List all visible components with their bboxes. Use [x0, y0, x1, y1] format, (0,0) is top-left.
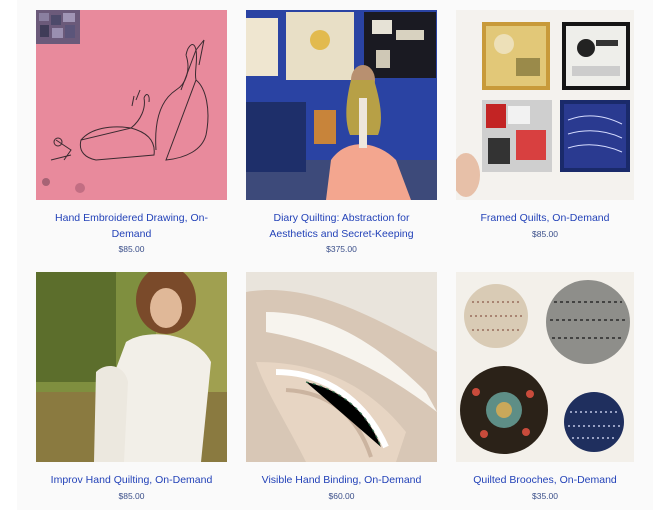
product-price: $85.00: [118, 490, 145, 501]
product-image-quilter-in-studio[interactable]: [246, 10, 437, 200]
product-title[interactable]: Quilted Brooches, On-Demand: [469, 473, 621, 489]
product-title[interactable]: Diary Quilting: Abstraction for Aestheti…: [246, 211, 437, 242]
product-title[interactable]: Improv Hand Quilting, On-Demand: [47, 473, 217, 489]
product-card-improv-hand-quilting[interactable]: Improv Hand Quilting, On-Demand $85.00: [36, 272, 227, 512]
product-title[interactable]: Framed Quilts, On-Demand: [477, 211, 614, 227]
product-card-hand-embroidered-drawing[interactable]: Hand Embroidered Drawing, On-Demand $85.…: [36, 10, 227, 272]
product-card-framed-quilts[interactable]: Framed Quilts, On-Demand $85.00: [456, 10, 634, 272]
product-grid: Hand Embroidered Drawing, On-Demand $85.…: [36, 10, 634, 512]
product-image-embroidered-rabbits[interactable]: [36, 10, 227, 200]
product-image-woman-with-quilt[interactable]: [36, 272, 227, 462]
product-price: $60.00: [328, 490, 355, 501]
product-price: $85.00: [532, 228, 558, 239]
product-price: $35.00: [532, 490, 558, 501]
product-image-quilted-brooches[interactable]: [456, 272, 634, 462]
product-image-quilt-binding[interactable]: [246, 272, 437, 462]
product-card-diary-quilting[interactable]: Diary Quilting: Abstraction for Aestheti…: [246, 10, 437, 272]
product-price: $85.00: [118, 244, 145, 254]
product-title[interactable]: Visible Hand Binding, On-Demand: [258, 473, 426, 489]
product-image-framed-quilts[interactable]: [456, 10, 634, 200]
product-title[interactable]: Hand Embroidered Drawing, On-Demand: [36, 211, 227, 242]
product-card-visible-hand-binding[interactable]: Visible Hand Binding, On-Demand $60.00: [246, 272, 437, 512]
product-price: $375.00: [326, 244, 357, 254]
product-card-quilted-brooches[interactable]: Quilted Brooches, On-Demand $35.00: [456, 272, 634, 512]
